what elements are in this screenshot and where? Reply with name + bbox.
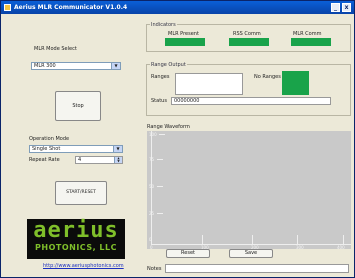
y-tick-mark — [159, 134, 165, 135]
y-tick-mark — [157, 159, 163, 160]
title-bar: Aerius MLR Communicator V1.0.4 _ x — [1, 1, 354, 14]
x-tick-mark — [343, 235, 344, 244]
main-window: Aerius MLR Communicator V1.0.4 _ x MLR M… — [0, 0, 355, 278]
mlr-present-label: MLR Present — [168, 31, 199, 37]
rss-comm-label: RSS Comm — [233, 31, 261, 37]
minimize-button[interactable]: _ — [331, 3, 340, 12]
status-label: Status — [151, 98, 167, 104]
mode-select-label: MLR Mode Select — [34, 46, 77, 52]
range-waveform-title: Range Waveform — [147, 124, 190, 130]
start-reset-button[interactable]: START/RESET — [55, 181, 107, 205]
mlr-comm-label: MLR Comm — [293, 31, 322, 37]
operation-mode-label: Operation Mode — [29, 136, 70, 142]
no-ranges-label: No Ranges — [254, 74, 281, 80]
y-tick-mark — [157, 213, 163, 214]
reset-button[interactable]: Reset — [166, 249, 210, 258]
ranges-display — [175, 73, 243, 95]
stepper-arrows-icon[interactable]: ▲ ▼ — [114, 157, 122, 163]
aerius-logo: aerius PHOTONICS, LLC — [27, 219, 125, 259]
logo-wordmark: aerius — [33, 218, 119, 243]
status-value: 00000000 — [174, 98, 200, 104]
repeat-rate-value: 4 — [78, 157, 82, 163]
repeat-rate-stepper[interactable]: 4 ▲ ▼ — [75, 156, 123, 164]
close-button[interactable]: x — [342, 3, 351, 12]
no-ranges-led — [282, 71, 309, 95]
logo-subtitle: PHOTONICS, LLC — [35, 243, 117, 252]
app-icon — [4, 4, 11, 11]
mlr-comm-led — [291, 38, 331, 46]
chevron-down-icon: ▼ — [111, 63, 120, 69]
mlr-present-led — [165, 38, 205, 46]
mode-select-dropdown[interactable]: MLR 300 ▼ — [31, 62, 121, 70]
x-tick: 400 — [337, 245, 345, 250]
y-tick: 0 — [149, 237, 152, 242]
stop-button[interactable]: Stop — [55, 91, 101, 121]
operation-mode-value: Single Shot — [32, 146, 61, 152]
notes-label: Notes — [147, 266, 162, 272]
window-title: Aerius MLR Communicator V1.0.4 — [14, 4, 128, 11]
mode-select-value: MLR 300 — [34, 63, 56, 69]
y-tick: 25 — [149, 211, 155, 216]
x-tick: 0 — [150, 245, 153, 250]
website-link[interactable]: http://www.aeriusphotonics.com — [43, 263, 124, 269]
notes-input[interactable] — [165, 264, 349, 273]
repeat-rate-label: Repeat Rate — [29, 157, 60, 163]
ranges-label: Ranges — [151, 74, 170, 80]
y-tick: 75 — [149, 157, 155, 162]
range-waveform-chart: 100 75 50 25 0 0 100 200 300 400 — [147, 131, 351, 250]
range-output-title: Range Output — [150, 62, 187, 68]
x-tick-mark — [297, 235, 298, 244]
y-tick: 100 — [149, 132, 157, 137]
indicators-title: Indicators — [150, 22, 177, 28]
y-tick: 50 — [149, 184, 155, 189]
rss-comm-led — [229, 38, 269, 46]
status-field: 00000000 — [171, 97, 331, 105]
y-tick-mark — [157, 186, 163, 187]
x-tick-mark — [252, 235, 253, 244]
save-button[interactable]: Save — [229, 249, 273, 258]
x-tick: 300 — [296, 245, 304, 250]
operation-mode-dropdown[interactable]: Single Shot ▼ — [29, 145, 123, 153]
x-tick-mark — [202, 235, 203, 244]
chevron-down-icon: ▼ — [113, 146, 122, 152]
